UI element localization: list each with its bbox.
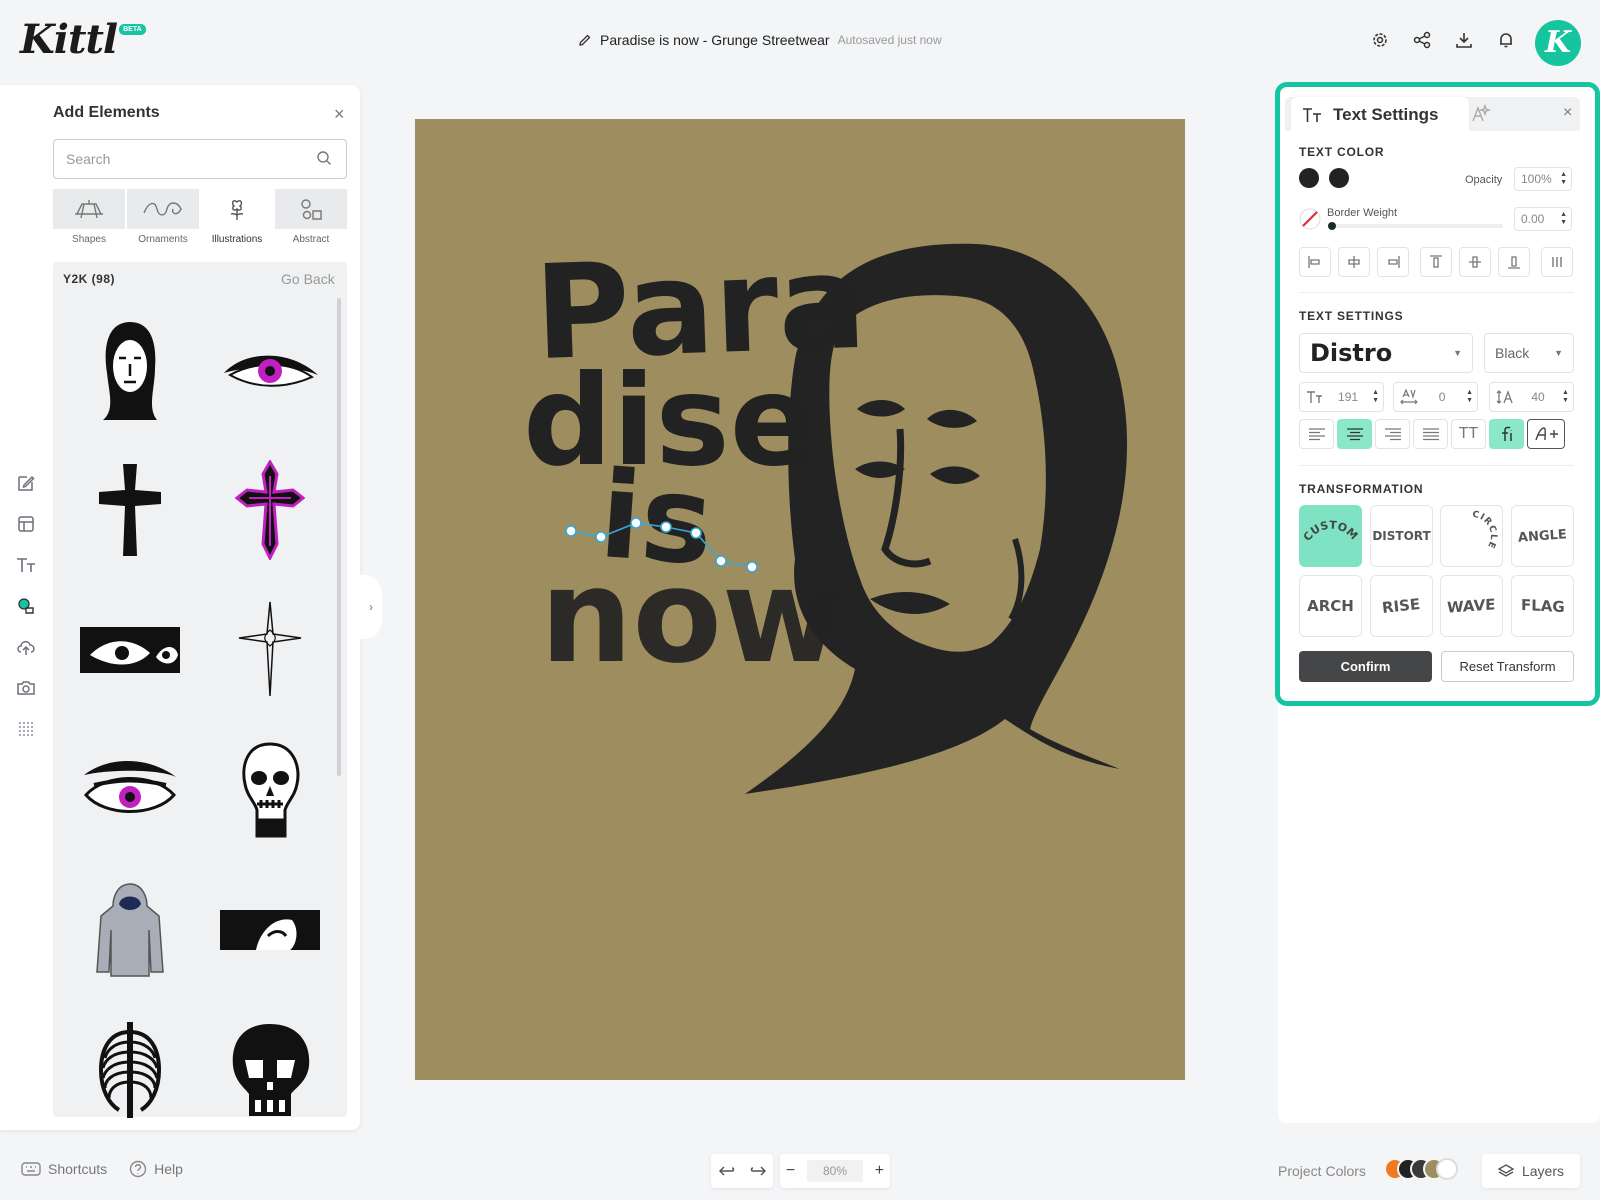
highlight-frame: [1275, 82, 1600, 706]
element-pixel-skull[interactable]: [205, 1000, 335, 1140]
element-purple-eye[interactable]: [65, 720, 195, 860]
flower-icon: [230, 199, 244, 220]
redo-icon[interactable]: [750, 1165, 766, 1177]
skull-illustration: [232, 1024, 310, 1116]
user-avatar[interactable]: K: [1535, 20, 1581, 66]
element-eye[interactable]: [205, 300, 335, 440]
layers-icon: [1497, 1164, 1514, 1177]
category-shapes[interactable]: Shapes: [53, 189, 125, 247]
element-face-strip[interactable]: [205, 860, 335, 1000]
design-canvas: Para dise is now: [523, 226, 1145, 794]
project-colors-label: Project Colors: [1278, 1163, 1366, 1179]
shortcuts-label: Shortcuts: [48, 1161, 108, 1177]
pencil-icon: [579, 34, 591, 46]
elements-grid: [65, 300, 330, 1140]
element-ribcage[interactable]: [65, 1000, 195, 1140]
chevron-right-icon[interactable]: ›: [360, 575, 382, 639]
bell-icon[interactable]: [1496, 30, 1516, 50]
add-color-icon[interactable]: [1436, 1158, 1458, 1180]
element-categories: Shapes Ornaments Illustrations Abstract: [53, 189, 347, 247]
edit-icon[interactable]: [14, 472, 38, 494]
logo-text: Kittl: [20, 16, 118, 63]
eye-illustration: [224, 355, 318, 387]
zoom-out-button[interactable]: −: [786, 1162, 795, 1180]
panel-title: Add Elements: [53, 104, 160, 121]
gear-icon[interactable]: [1370, 30, 1390, 50]
path-handle[interactable]: [746, 561, 758, 573]
elements-icon[interactable]: [14, 595, 38, 617]
eyes-illustration: [80, 627, 180, 673]
cross-illustration: [235, 460, 305, 560]
undo-icon[interactable]: [718, 1165, 735, 1177]
eye-illustration: [84, 760, 176, 813]
zoom-value[interactable]: 80%: [806, 1160, 863, 1182]
beta-badge: BETA: [119, 24, 146, 35]
scrollbar[interactable]: [337, 298, 341, 776]
element-outline-cross[interactable]: [205, 580, 335, 720]
category-abstract[interactable]: Abstract: [275, 189, 347, 247]
path-handle[interactable]: [690, 527, 702, 539]
history-controls: [711, 1154, 773, 1188]
category-label: Illustrations: [211, 234, 263, 245]
shortcuts-link[interactable]: Shortcuts: [21, 1161, 107, 1177]
text-line-4: now: [540, 540, 842, 692]
help-icon: [129, 1160, 147, 1178]
search-input[interactable]: [53, 139, 347, 179]
layers-button[interactable]: Layers: [1482, 1154, 1580, 1188]
cross-illustration: [99, 464, 161, 556]
path-handle[interactable]: [630, 517, 642, 529]
category-illustrations[interactable]: Illustrations: [201, 189, 273, 247]
camera-icon[interactable]: [14, 677, 38, 699]
document-title[interactable]: Paradise is now - Grunge Streetwear: [600, 32, 830, 48]
help-label: Help: [154, 1161, 183, 1177]
element-eyes-strip[interactable]: [65, 580, 195, 720]
go-back-link[interactable]: Go Back: [281, 271, 335, 287]
layers-label: Layers: [1521, 1163, 1565, 1179]
download-icon[interactable]: [1454, 30, 1474, 50]
hoodie-illustration: [96, 883, 164, 977]
element-black-cross[interactable]: [65, 440, 195, 580]
pattern-icon[interactable]: [14, 718, 38, 740]
templates-icon[interactable]: [14, 513, 38, 535]
keyboard-icon: [21, 1162, 41, 1176]
bottom-left-links: Shortcuts Help: [21, 1160, 183, 1178]
ornament-icon: [143, 202, 182, 216]
element-purple-cross[interactable]: [205, 440, 335, 580]
ribcage-illustration: [98, 1022, 162, 1118]
path-handle[interactable]: [565, 525, 577, 537]
zoom-controls: − 80% +: [780, 1154, 890, 1188]
face-illustration: [220, 910, 320, 950]
category-label: Ornaments: [138, 234, 188, 245]
share-icon[interactable]: [1412, 30, 1432, 50]
path-handle[interactable]: [595, 531, 607, 543]
element-skull-portrait[interactable]: [205, 720, 335, 860]
upload-icon[interactable]: [14, 636, 38, 658]
skull-illustration: [242, 742, 300, 838]
header-actions: [1370, 30, 1516, 50]
shapes-icon: [75, 200, 103, 219]
document-title-area[interactable]: Paradise is now - Grunge Streetwear Auto…: [578, 32, 942, 48]
path-handle[interactable]: [660, 521, 672, 533]
autosave-status: Autosaved just now: [837, 33, 942, 47]
abstract-icon: [301, 199, 322, 220]
kittl-logo[interactable]: Kittl BETA: [20, 18, 146, 62]
project-color-swatches[interactable]: [1384, 1158, 1458, 1180]
help-link[interactable]: Help: [129, 1160, 183, 1178]
text-icon[interactable]: [14, 554, 38, 576]
category-label: Shapes: [72, 234, 106, 245]
portrait-illustration: [103, 321, 157, 420]
element-hoodie[interactable]: [65, 860, 195, 1000]
collection-title: Y2K (98): [63, 272, 116, 286]
artboard[interactable]: Para dise is now: [415, 119, 1185, 1080]
left-toolbar: [14, 472, 38, 740]
category-ornaments[interactable]: Ornaments: [127, 189, 199, 247]
cross-illustration: [238, 601, 302, 697]
category-label: Abstract: [292, 234, 330, 245]
close-icon[interactable]: ×: [334, 104, 345, 125]
path-handle[interactable]: [715, 555, 727, 567]
element-woman-portrait[interactable]: [65, 300, 195, 440]
zoom-in-button[interactable]: +: [875, 1162, 884, 1180]
search-icon[interactable]: [316, 150, 332, 166]
